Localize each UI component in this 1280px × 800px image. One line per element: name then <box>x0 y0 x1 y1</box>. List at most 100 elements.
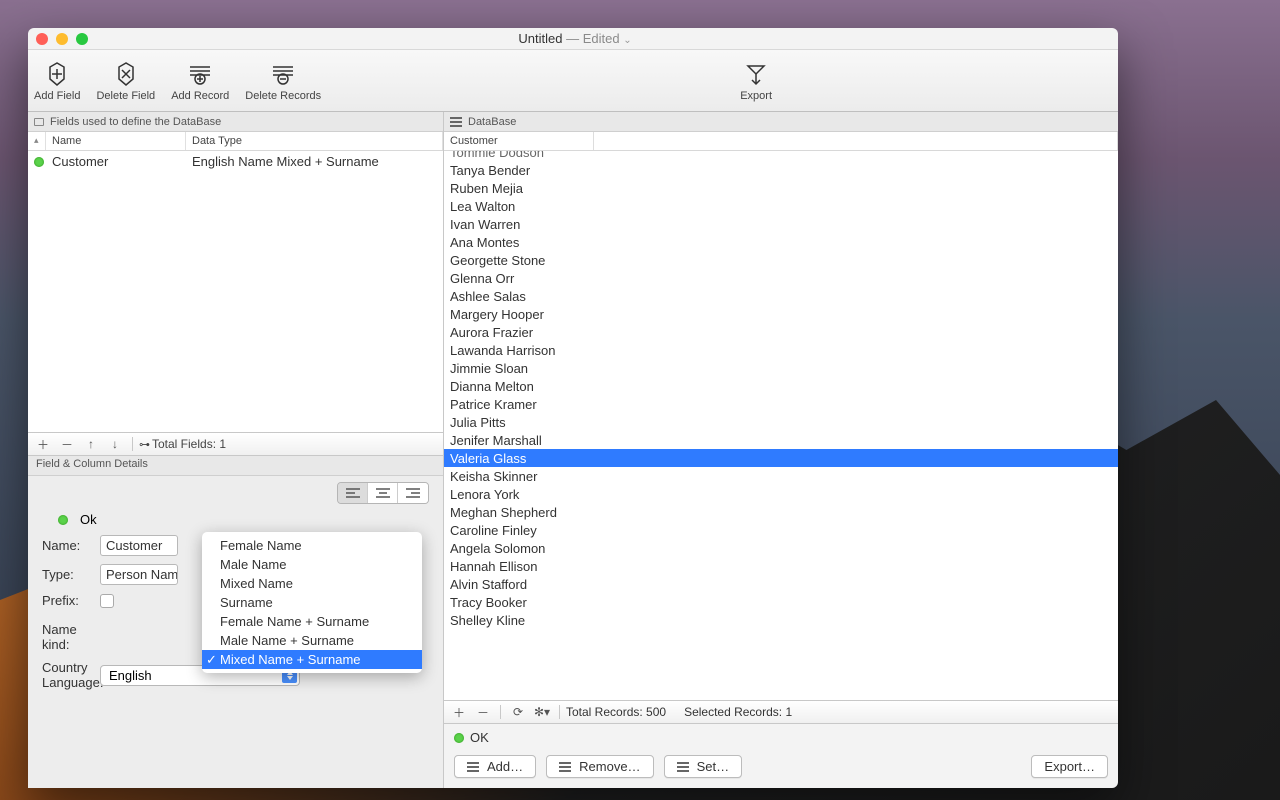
delete-field-button[interactable]: Delete Field <box>96 60 155 102</box>
list-item[interactable]: Georgette Stone <box>444 251 1118 269</box>
status-dot-icon <box>58 515 68 525</box>
ok-label: OK <box>470 730 489 745</box>
list-item[interactable]: Dianna Melton <box>444 377 1118 395</box>
lang-label: Country Language: <box>42 660 92 690</box>
list-item[interactable]: Jenifer Marshall <box>444 431 1118 449</box>
add-field-icon <box>42 60 72 88</box>
list-item[interactable]: Ana Montes <box>444 233 1118 251</box>
move-down-button[interactable]: ↓ <box>104 435 126 453</box>
delete-field-icon <box>111 60 141 88</box>
menu-item[interactable]: Female Name <box>202 536 422 555</box>
list-item[interactable]: Valeria Glass <box>444 449 1118 467</box>
list-item[interactable]: Glenna Orr <box>444 269 1118 287</box>
menu-item[interactable]: Male Name <box>202 555 422 574</box>
window-title: Untitled — Edited ⌄ <box>88 31 1062 46</box>
menu-item[interactable]: Mixed Name + Surname <box>202 650 422 669</box>
fields-table-header: Name Data Type <box>28 132 443 151</box>
set-button[interactable]: Set… <box>664 755 743 778</box>
key-icon: ⊶ <box>139 438 150 451</box>
status-dot-icon <box>34 157 44 167</box>
list-item[interactable]: Ashlee Salas <box>444 287 1118 305</box>
list-item[interactable]: Shelley Kline <box>444 611 1118 629</box>
list-item[interactable]: Lawanda Harrison <box>444 341 1118 359</box>
list-item[interactable]: Tracy Booker <box>444 593 1118 611</box>
export-button[interactable]: Export <box>740 60 772 102</box>
minimize-icon[interactable] <box>56 33 68 45</box>
add-field-button[interactable]: Add Field <box>34 60 80 102</box>
list-item[interactable]: Lea Walton <box>444 197 1118 215</box>
list-item[interactable]: Ruben Mejia <box>444 179 1118 197</box>
name-field[interactable] <box>100 535 178 556</box>
alignment-segmented <box>337 482 429 504</box>
list-item[interactable]: Ivan Warren <box>444 215 1118 233</box>
refresh-button[interactable]: ⟳ <box>507 703 529 721</box>
type-field[interactable]: Person Nam <box>100 564 178 585</box>
list-icon <box>450 117 462 127</box>
field-details: Ok Name: Type: Person Nam Prefix: Name k… <box>28 476 443 788</box>
col-datatype-header[interactable]: Data Type <box>186 132 443 150</box>
list-item[interactable]: Meghan Shepherd <box>444 503 1118 521</box>
list-item[interactable]: Tommie Dodson <box>444 151 1118 161</box>
list-item[interactable]: Patrice Kramer <box>444 395 1118 413</box>
menu-item[interactable]: Surname <box>202 593 422 612</box>
total-records-label: Total Records: 500 <box>566 705 666 719</box>
chevron-down-icon[interactable]: ⌄ <box>623 35 631 46</box>
list-item[interactable]: Julia Pitts <box>444 413 1118 431</box>
gear-button[interactable]: ✻▾ <box>531 703 553 721</box>
fields-pane: Fields used to define the DataBase Name … <box>28 112 444 788</box>
list-item[interactable]: Aurora Frazier <box>444 323 1118 341</box>
name-kind-label: Name kind: <box>42 622 92 652</box>
prefix-label: Prefix: <box>42 593 92 608</box>
database-toolbar: ＋ － ⟳ ✻▾ Total Records: 500 Selected Rec… <box>444 700 1118 724</box>
database-pane: DataBase Customer Tommie DodsonTanya Ben… <box>444 112 1118 788</box>
add-button[interactable]: ＋ <box>32 435 54 453</box>
add-record-icon <box>185 60 215 88</box>
ok-label: Ok <box>80 512 97 527</box>
remove-button[interactable]: Remove… <box>546 755 653 778</box>
export-button[interactable]: Export… <box>1031 755 1108 778</box>
align-center-button[interactable] <box>368 483 398 503</box>
export-icon <box>741 60 771 88</box>
titlebar: Untitled — Edited ⌄ <box>28 28 1118 50</box>
zoom-icon[interactable] <box>76 33 88 45</box>
menu-item[interactable]: Male Name + Surname <box>202 631 422 650</box>
field-name: Customer <box>52 154 192 169</box>
list-item[interactable]: Margery Hooper <box>444 305 1118 323</box>
database-list[interactable]: Tommie DodsonTanya BenderRuben MejiaLea … <box>444 151 1118 700</box>
align-right-button[interactable] <box>398 483 428 503</box>
total-fields-label: Total Fields: 1 <box>152 437 226 451</box>
field-type: English Name Mixed + Surname <box>192 154 379 169</box>
field-row[interactable]: Customer English Name Mixed + Surname <box>28 151 443 172</box>
remove-button[interactable]: － <box>56 435 78 453</box>
columns-icon <box>34 118 44 126</box>
add-record-button[interactable]: Add Record <box>171 60 229 102</box>
details-header: Field & Column Details <box>28 456 443 476</box>
list-item[interactable]: Alvin Stafford <box>444 575 1118 593</box>
close-icon[interactable] <box>36 33 48 45</box>
prefix-checkbox[interactable] <box>100 594 114 608</box>
list-item[interactable]: Lenora York <box>444 485 1118 503</box>
add-record-button[interactable]: ＋ <box>448 703 470 721</box>
type-label: Type: <box>42 567 92 582</box>
move-up-button[interactable]: ↑ <box>80 435 102 453</box>
selected-records-label: Selected Records: 1 <box>684 705 792 719</box>
fields-toolbar: ＋ － ↑ ↓ ⊶ Total Fields: 1 <box>28 432 443 456</box>
database-pane-title: DataBase <box>468 116 516 128</box>
list-item[interactable]: Caroline Finley <box>444 521 1118 539</box>
menu-item[interactable]: Mixed Name <box>202 574 422 593</box>
delete-records-button[interactable]: Delete Records <box>245 60 321 102</box>
list-item[interactable]: Hannah Ellison <box>444 557 1118 575</box>
add-button[interactable]: Add… <box>454 755 536 778</box>
database-buttons: Add… Remove… Set… Export… <box>444 751 1118 788</box>
list-item[interactable]: Tanya Bender <box>444 161 1118 179</box>
menu-item[interactable]: Female Name + Surname <box>202 612 422 631</box>
col-name-header[interactable]: Name <box>46 132 186 150</box>
list-item[interactable]: Jimmie Sloan <box>444 359 1118 377</box>
list-item[interactable]: Keisha Skinner <box>444 467 1118 485</box>
align-left-button[interactable] <box>338 483 368 503</box>
remove-record-button[interactable]: － <box>472 703 494 721</box>
list-item[interactable]: Angela Solomon <box>444 539 1118 557</box>
delete-records-icon <box>268 60 298 88</box>
toolbar: Add Field Delete Field Add Record Delete… <box>28 50 1118 112</box>
db-col-header[interactable]: Customer <box>444 132 594 150</box>
